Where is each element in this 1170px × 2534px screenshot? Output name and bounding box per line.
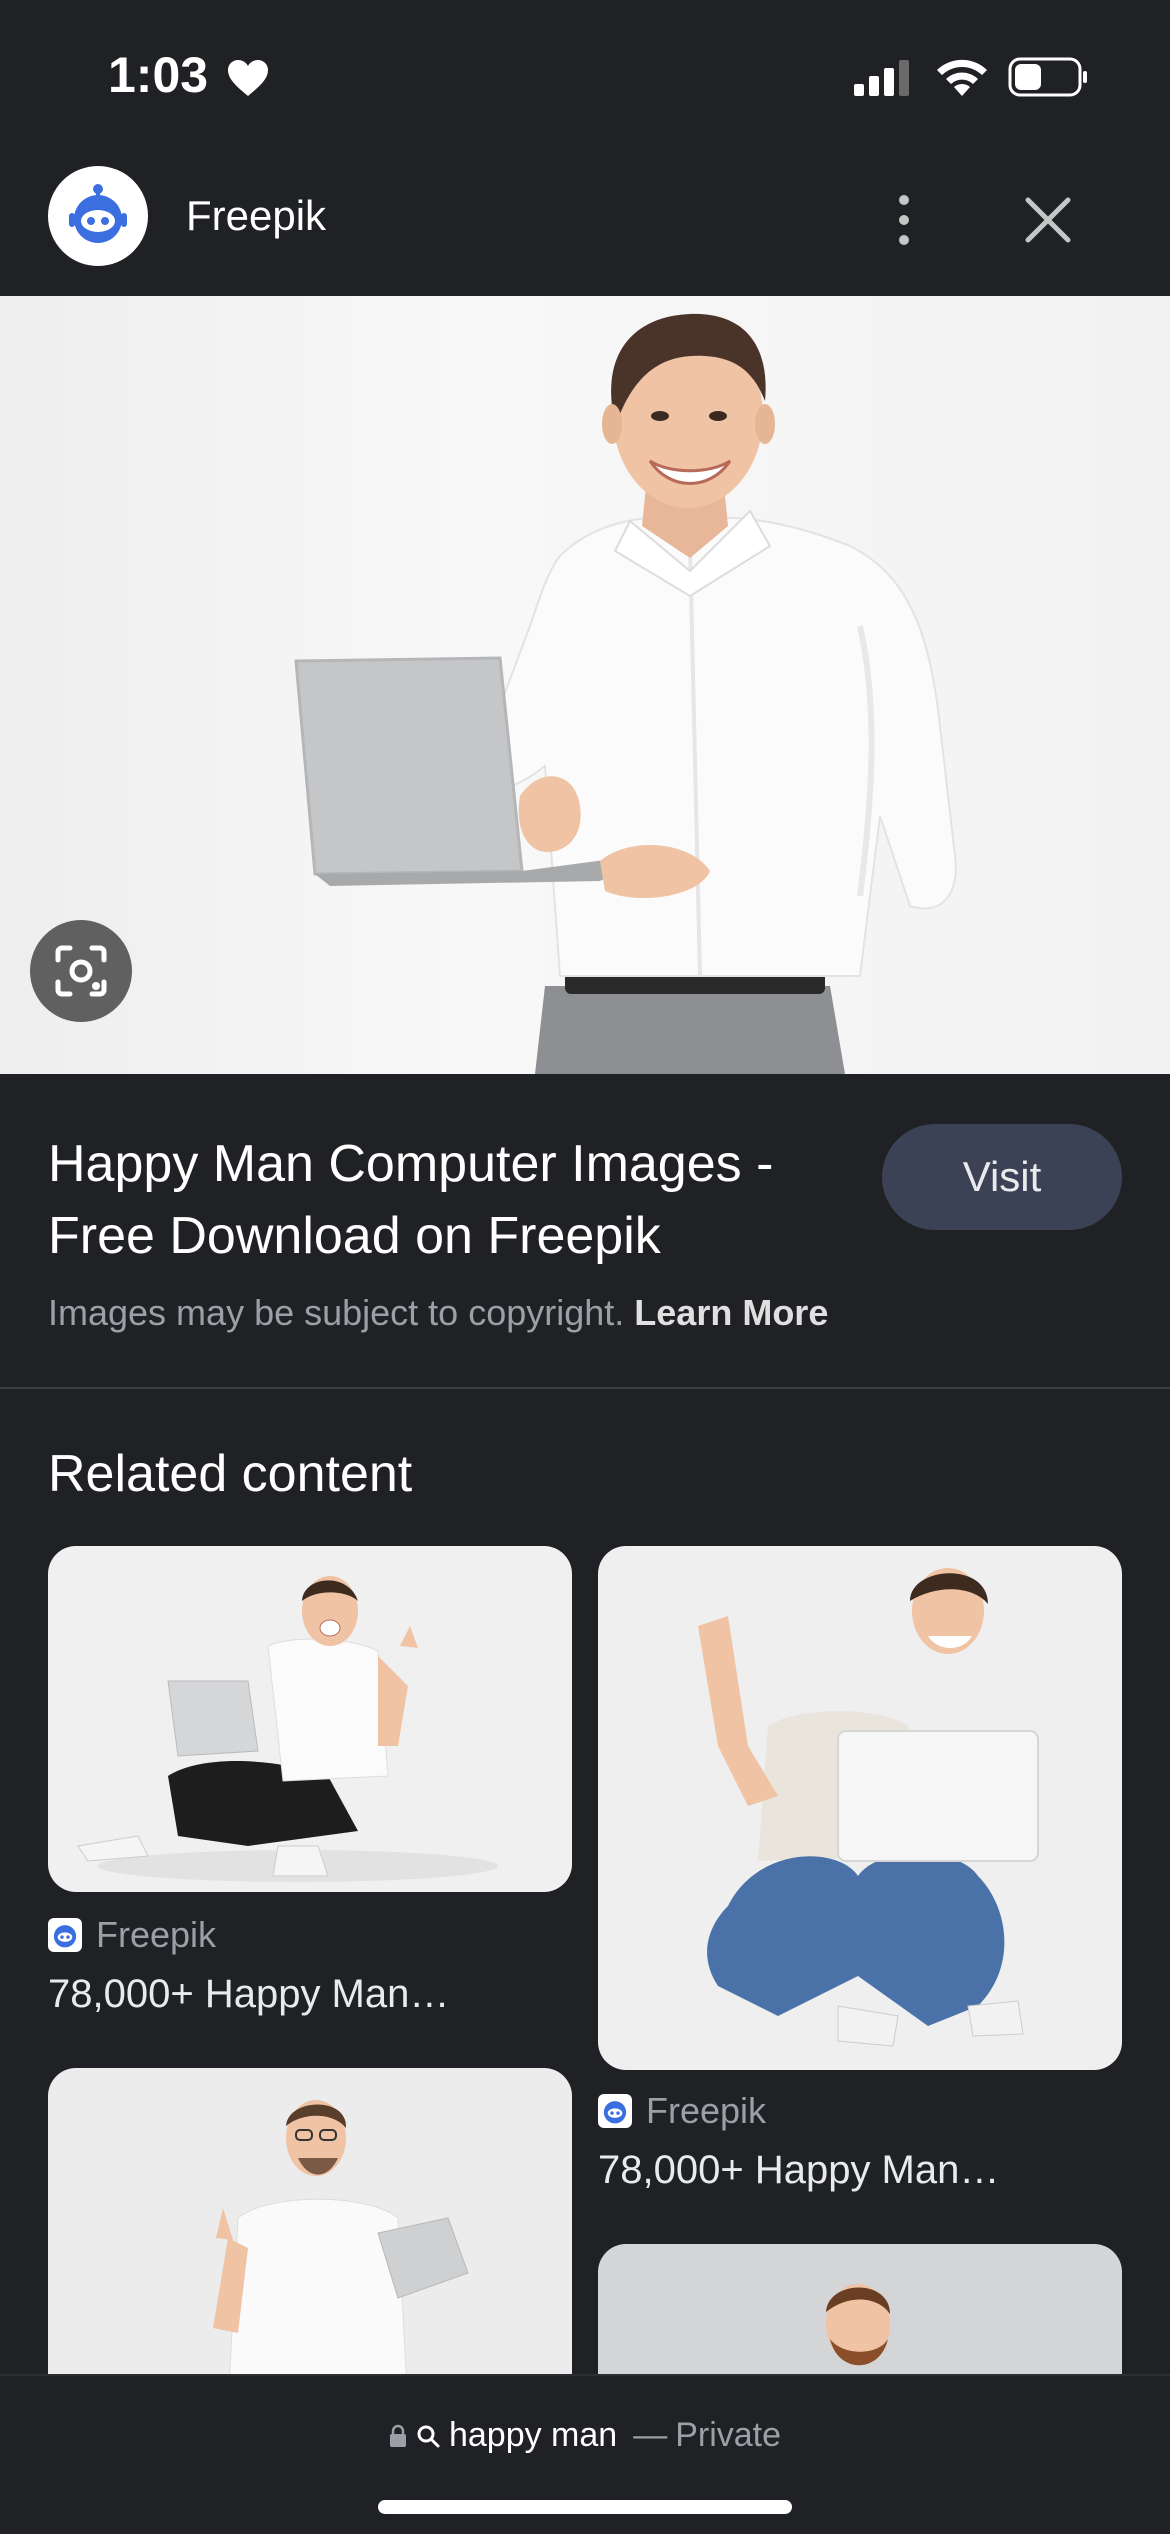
freepik-logo-icon[interactable] <box>48 166 148 266</box>
result-title[interactable]: Happy Man Computer Images - Free Downloa… <box>48 1128 848 1272</box>
lens-button[interactable] <box>30 920 132 1022</box>
private-label: Private <box>675 2416 782 2454</box>
main-image[interactable] <box>0 296 1170 1074</box>
sitting-man-laptop-photo <box>698 1568 1039 2047</box>
url-separator: — <box>633 2416 668 2454</box>
signal-icon <box>854 60 909 96</box>
related-card-caption-1[interactable]: 78,000+ Happy Man… <box>48 1972 449 2017</box>
result-info: Happy Man Computer Images - Free Downloa… <box>0 1074 1170 1388</box>
related-card-image-1[interactable] <box>48 1546 572 1892</box>
copyright-notice: Images may be subject to copyright. Lear… <box>48 1292 828 1334</box>
man-with-laptop-photo <box>294 313 957 1074</box>
more-vert-icon[interactable] <box>880 190 928 250</box>
related-card-image-2[interactable] <box>598 1546 1122 2070</box>
related-card-caption-2[interactable]: 78,000+ Happy Man… <box>598 2148 999 2193</box>
copyright-text: Images may be subject to copyright. <box>48 1292 625 1333</box>
source-title[interactable]: Freepik <box>186 192 326 240</box>
related-card-source-1[interactable]: Freepik <box>48 1914 216 1956</box>
freepik-logo-icon <box>48 1918 82 1952</box>
man-glasses-thumbs-up-photo <box>213 2100 469 2408</box>
learn-more-link[interactable]: Learn More <box>634 1292 828 1333</box>
status-bar: 1:03 <box>0 0 1170 150</box>
related-card-image-3[interactable] <box>48 2068 572 2408</box>
divider <box>0 1387 1170 1389</box>
related-card-source-name: Freepik <box>96 1914 217 1955</box>
lock-icon <box>389 2424 406 2447</box>
sitting-man-thumbs-up-photo <box>77 1576 498 1882</box>
status-time: 1:03 <box>108 47 209 103</box>
search-query: happy man <box>448 2416 618 2454</box>
freepik-logo-icon <box>598 2094 632 2128</box>
viewer-header: Freepik <box>0 150 1170 296</box>
visit-button[interactable]: Visit <box>882 1124 1122 1230</box>
related-card-source-2[interactable]: Freepik <box>598 2090 766 2132</box>
related-heading: Related content <box>48 1445 413 1503</box>
address-bar[interactable]: happy man — Private <box>0 2374 1170 2534</box>
search-icon <box>417 2425 440 2447</box>
heart-icon <box>228 60 268 96</box>
home-indicator[interactable] <box>378 2500 792 2514</box>
close-icon[interactable] <box>1018 190 1078 250</box>
related-card-source-name: Freepik <box>646 2090 767 2131</box>
wifi-icon <box>937 59 987 96</box>
lens-icon <box>55 945 107 997</box>
url-display[interactable]: happy man — Private <box>0 2416 1170 2455</box>
battery-icon <box>1008 57 1087 97</box>
